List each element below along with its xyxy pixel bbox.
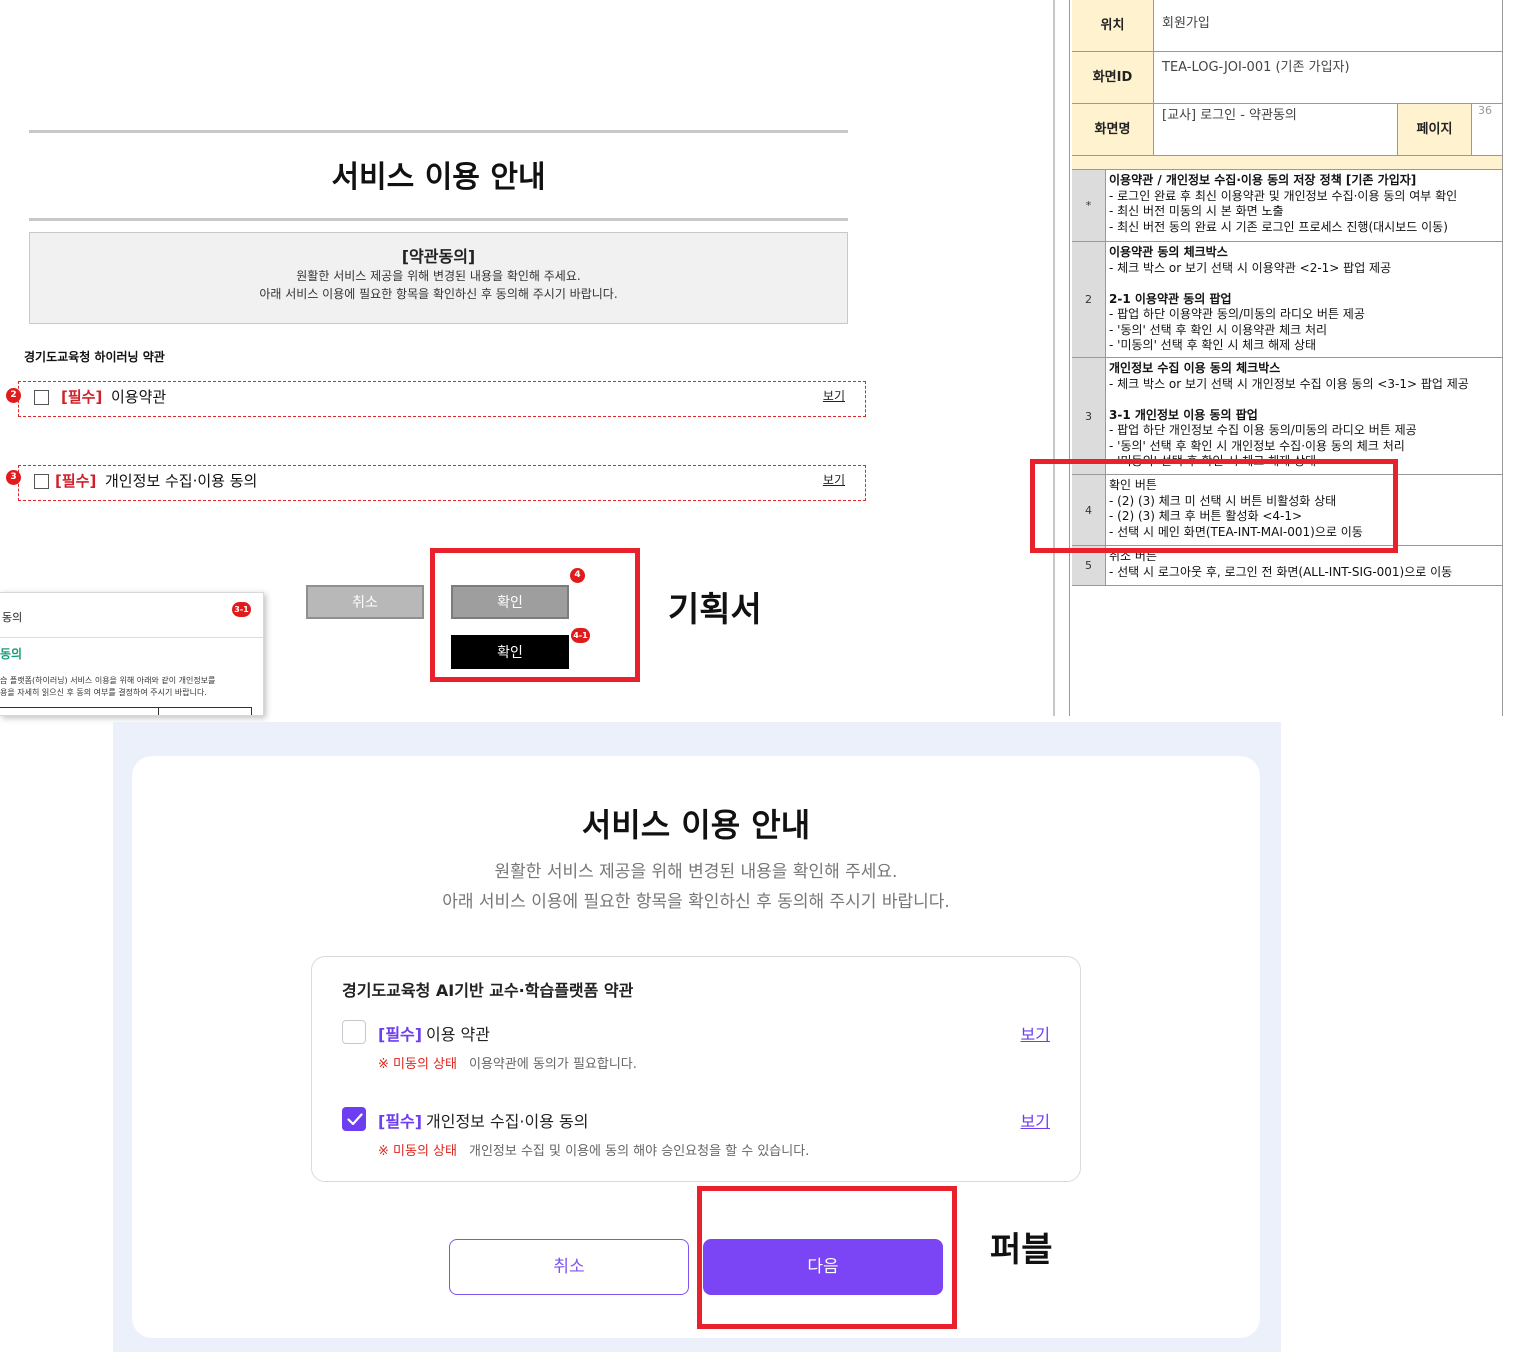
required-tag: [필수] [378, 1025, 423, 1044]
plan-privacy-row[interactable]: [필수] 개인정보 수집·이용 동의 보기 [18, 465, 866, 501]
spec-val-screen-name: [교사] 로그인 - 약관동의 [1154, 104, 1398, 156]
spec-row-line: 이용약관 / 개인정보 수집·이용 동의 저장 정책 [기존 가입자] [1109, 173, 1417, 187]
privacy-label: 개인정보 수집·이용 동의 [426, 1112, 589, 1131]
view-link[interactable]: 보기 [823, 471, 845, 488]
spec-row-number: 2 [1072, 242, 1106, 358]
spec-row-line: - 팝업 하단 이용약관 동의/미동의 라디오 버튼 제공 [1109, 307, 1365, 321]
popup-title: 동의 [2, 611, 23, 624]
plan-terms-heading: 경기도교육청 하이러닝 약관 [24, 350, 165, 364]
spec-row-line: 개인정보 수집 이용 동의 체크박스 [1109, 361, 1281, 375]
popup-text-line: 용을 자세히 읽으신 후 동의 여부를 결정하여 주시기 바랍니다. [0, 688, 207, 697]
spec-row-description: 이용약관 동의 체크박스 - 체크 박스 or 보기 선택 시 이용약관 <2-1… [1106, 242, 1502, 358]
spec-row-description: 이용약관 / 개인정보 수집·이용 동의 저장 정책 [기존 가입자] - 로그인… [1106, 170, 1502, 242]
pub-terms-heading: 경기도교육청 AI기반 교수·학습플랫폼 약관 [342, 981, 634, 1000]
highlight-frame [697, 1186, 957, 1329]
pub-desc-line: 원활한 서비스 제공을 위해 변경된 내용을 확인해 주세요. [494, 862, 898, 882]
spec-row-line: - 체크 박스 or 보기 선택 시 이용약관 <2-1> 팝업 제공 [1109, 260, 1392, 275]
popup-text-line: 습 플랫폼(하이러닝) 서비스 이용을 위해 아래와 같이 개인정보를 [0, 676, 216, 685]
divider [0, 637, 263, 638]
spec-row-line: - 로그인 완료 후 최신 이용약관 및 개인정보 수집·이용 동의 여부 확인 [1109, 188, 1458, 203]
spec-row-number: * [1072, 170, 1106, 242]
view-link[interactable]: 보기 [823, 387, 845, 404]
spec-row-description: 개인정보 수집 이용 동의 체크박스 - 체크 박스 or 보기 선택 시 개인정… [1106, 358, 1502, 475]
pub-annotation-label: 퍼블 [990, 1230, 1053, 1270]
spec-row-line: - 최신 버전 동의 완료 시 기존 로그인 프로세스 진행(대시보드 이동) [1109, 219, 1448, 234]
spec-row-line: - 최신 버전 미동의 시 본 화면 노출 [1109, 204, 1284, 218]
highlight-frame [1030, 459, 1398, 553]
divider [29, 130, 848, 133]
status-message: 이용약관에 동의가 필요합니다. [469, 1057, 637, 1072]
privacy-label: 개인정보 수집·이용 동의 [105, 472, 258, 490]
view-link[interactable]: 보기 [1021, 1021, 1050, 1045]
spec-table: 위치 회원가입 화면ID TEA-LOG-JOI-001 (기존 가입자) 화면… [1069, 0, 1503, 716]
plan-annotation-label: 기획서 [668, 590, 762, 630]
status-label: ※ 미동의 상태 [378, 1144, 457, 1159]
pub-description: 원활한 서비스 제공을 위해 변경된 내용을 확인해 주세요. 아래 서비스 이… [132, 857, 1260, 917]
checkbox-icon[interactable] [342, 1020, 366, 1044]
view-link[interactable]: 보기 [1021, 1108, 1050, 1132]
divider [29, 218, 848, 221]
divider [1053, 0, 1055, 716]
plan-notice-line: 아래 서비스 이용에 필요한 항목을 확인하신 후 동의해 주시기 바랍니다. [259, 287, 618, 301]
spec-val-screen-id: TEA-LOG-JOI-001 (기존 가입자) [1154, 52, 1502, 104]
popup-table [0, 707, 252, 715]
spec-row-line [1109, 392, 1502, 408]
checkbox-icon[interactable] [342, 1107, 366, 1131]
required-tag: [필수] [61, 388, 103, 406]
spec-val-location: 회원가입 [1154, 0, 1502, 52]
plan-cancel-button[interactable]: 취소 [306, 585, 424, 619]
spec-row-line: - '동의' 선택 후 확인 시 개인정보 수집·이용 동의 체크 처리 [1109, 438, 1405, 453]
required-tag: [필수] [55, 472, 97, 490]
plan-notice-box: [약관동의] 원활한 서비스 제공을 위해 변경된 내용을 확인해 주세요. 아… [29, 232, 848, 324]
pub-cancel-button[interactable]: 취소 [449, 1239, 689, 1295]
annotation-badge: 3-1 [232, 602, 251, 617]
check-icon [347, 1113, 363, 1126]
plan-notice-line: 원활한 서비스 제공을 위해 변경된 내용을 확인해 주세요. [296, 269, 581, 283]
checkbox-icon[interactable] [34, 390, 49, 405]
highlight-frame [430, 548, 640, 682]
pub-page-title: 서비스 이용 안내 [581, 806, 811, 844]
spec-row-line: - 체크 박스 or 보기 선택 시 개인정보 수집 이용 동의 <3-1> 팝… [1109, 376, 1469, 391]
status-label: ※ 미동의 상태 [378, 1057, 457, 1072]
plan-terms-row[interactable]: [필수] 이용약관 보기 [18, 381, 866, 417]
spec-row-line: 2-1 이용약관 동의 팝업 [1109, 291, 1232, 306]
terms-popup-preview: 동의 3-1 동의 습 플랫폼(하이러닝) 서비스 이용을 위해 아래와 같이 … [0, 592, 264, 716]
spec-row-line: - '동의' 선택 후 확인 시 이용약관 체크 처리 [1109, 322, 1328, 337]
pub-terms-box: 경기도교육청 AI기반 교수·학습플랫폼 약관 [필수] 이용 약관 보기 ※ … [311, 956, 1081, 1182]
required-tag: [필수] [378, 1112, 423, 1131]
spec-val-page: 36 [1472, 104, 1502, 156]
spec-row-line: - 팝업 하단 개인정보 수집 이용 동의/미동의 라디오 버튼 제공 [1109, 423, 1417, 437]
spec-key-screen-name: 화면명 [1072, 104, 1154, 156]
spec-key-location: 위치 [1072, 0, 1154, 52]
pub-desc-line: 아래 서비스 이용에 필요한 항목을 확인하신 후 동의해 주시기 바랍니다. [442, 892, 950, 912]
spec-row-line: 3-1 개인정보 이용 동의 팝업 [1109, 407, 1258, 422]
spec-row-number: 3 [1072, 358, 1106, 475]
plan-notice-heading: [약관동의] [401, 247, 476, 266]
spec-row-line: - '미동의' 선택 후 확인 시 체크 해제 상태 [1109, 338, 1317, 352]
checkbox-icon[interactable] [34, 474, 49, 489]
spec-key-screen-id: 화면ID [1072, 52, 1154, 104]
spec-row-line: - 선택 시 로그아웃 후, 로그인 전 화면(ALL-INT-SIG-001)… [1109, 564, 1453, 579]
spec-key-page: 페이지 [1398, 104, 1472, 156]
spec-row-line [1109, 276, 1502, 292]
popup-text: 습 플랫폼(하이러닝) 서비스 이용을 위해 아래와 같이 개인정보를 용을 자… [0, 675, 262, 699]
spec-spacer [1072, 156, 1502, 170]
spec-row-line: 이용약관 동의 체크박스 [1109, 245, 1228, 259]
plan-page-title: 서비스 이용 안내 [331, 160, 546, 195]
status-message: 개인정보 수집 및 이용에 동의 해야 승인요청을 할 수 있습니다. [469, 1144, 810, 1159]
popup-subtitle: 동의 [0, 647, 23, 661]
terms-label: 이용 약관 [426, 1025, 490, 1044]
terms-label: 이용약관 [111, 388, 167, 406]
